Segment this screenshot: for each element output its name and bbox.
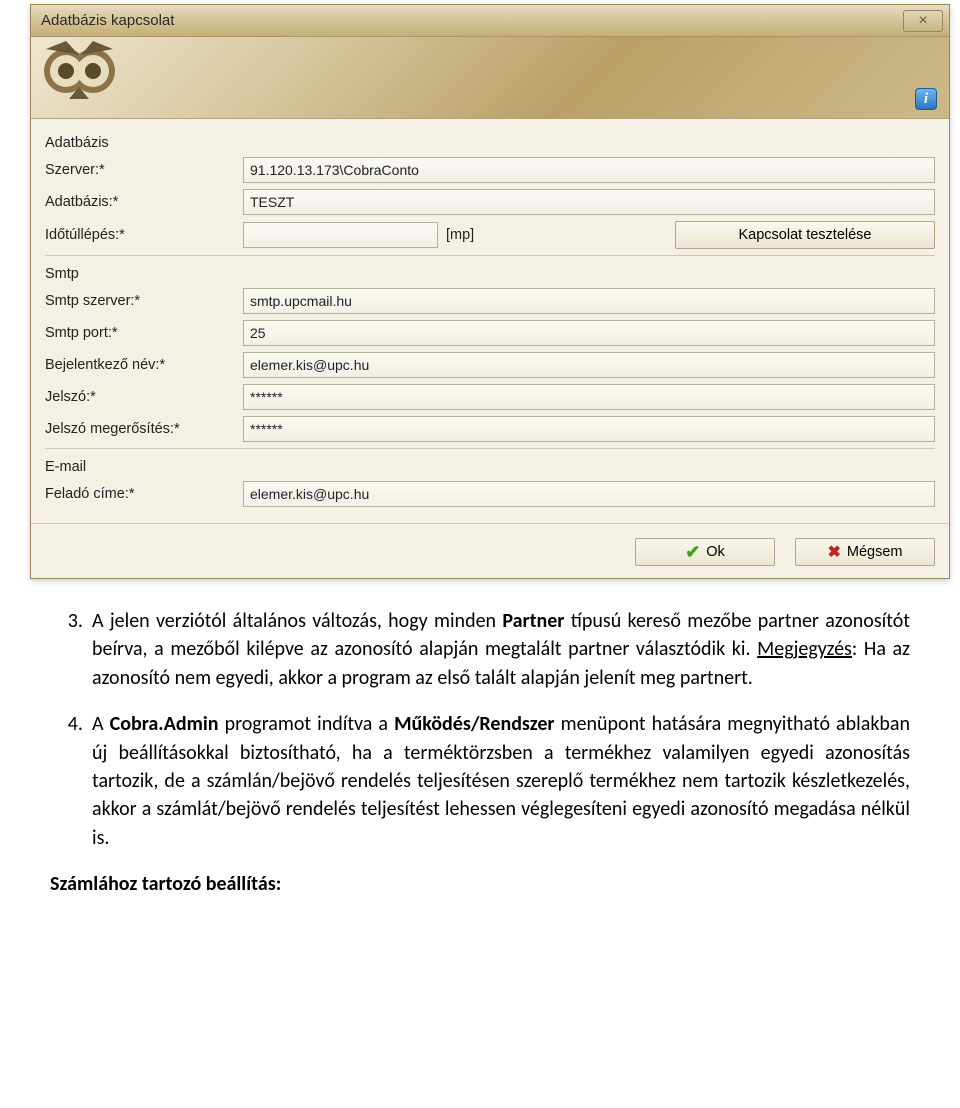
database-connection-dialog: Adatbázis kapcsolat × i Adatbázis Szerve… <box>30 4 950 579</box>
server-input[interactable] <box>243 157 935 183</box>
form-area: Adatbázis Szerver:* Adatbázis:* Időtúllé… <box>31 119 949 523</box>
cancel-button[interactable]: ✖ Mégsem <box>795 538 935 566</box>
section-heading-smtp: Smtp <box>45 266 935 282</box>
smtp-port-input[interactable] <box>243 320 935 346</box>
section-heading-invoice-setting: Számlához tartozó beállítás: <box>50 870 910 898</box>
label-server: Szerver:* <box>45 162 235 178</box>
label-smtp-password-confirm: Jelszó megerősítés:* <box>45 421 235 437</box>
smtp-login-input[interactable] <box>243 352 935 378</box>
titlebar: Adatbázis kapcsolat × <box>31 5 949 37</box>
label-smtp-login: Bejelentkező név:* <box>45 357 235 373</box>
list-item-4: A Cobra.Admin programot indítva a Működé… <box>92 710 910 852</box>
sender-address-input[interactable] <box>243 481 935 507</box>
dialog-banner: i <box>31 37 949 119</box>
check-icon: ✔ <box>685 542 700 563</box>
dialog-footer: ✔ Ok ✖ Mégsem <box>31 524 949 578</box>
document-body: A jelen verziótól általános változás, ho… <box>50 607 910 899</box>
smtp-password-input[interactable] <box>243 384 935 410</box>
timeout-unit: [mp] <box>446 227 486 243</box>
smtp-server-input[interactable] <box>243 288 935 314</box>
database-input[interactable] <box>243 189 935 215</box>
list-item-3: A jelen verziótól általános változás, ho… <box>92 607 910 692</box>
owl-logo-icon <box>31 37 141 119</box>
test-connection-button[interactable]: Kapcsolat tesztelése <box>675 221 935 249</box>
label-database: Adatbázis:* <box>45 194 235 210</box>
timeout-input[interactable] <box>243 222 438 248</box>
info-icon[interactable]: i <box>915 88 937 110</box>
section-heading-email: E-mail <box>45 459 935 475</box>
label-smtp-server: Smtp szerver:* <box>45 293 235 309</box>
close-icon: × <box>918 12 927 30</box>
smtp-password-confirm-input[interactable] <box>243 416 935 442</box>
section-heading-database: Adatbázis <box>45 135 935 151</box>
x-icon: ✖ <box>827 542 840 562</box>
close-button[interactable]: × <box>903 10 943 32</box>
label-smtp-password: Jelszó:* <box>45 389 235 405</box>
ok-button[interactable]: ✔ Ok <box>635 538 775 566</box>
window-title: Adatbázis kapcsolat <box>41 12 174 29</box>
label-smtp-port: Smtp port:* <box>45 325 235 341</box>
label-sender-address: Feladó címe:* <box>45 486 235 502</box>
label-timeout: Időtúllépés:* <box>45 227 235 243</box>
